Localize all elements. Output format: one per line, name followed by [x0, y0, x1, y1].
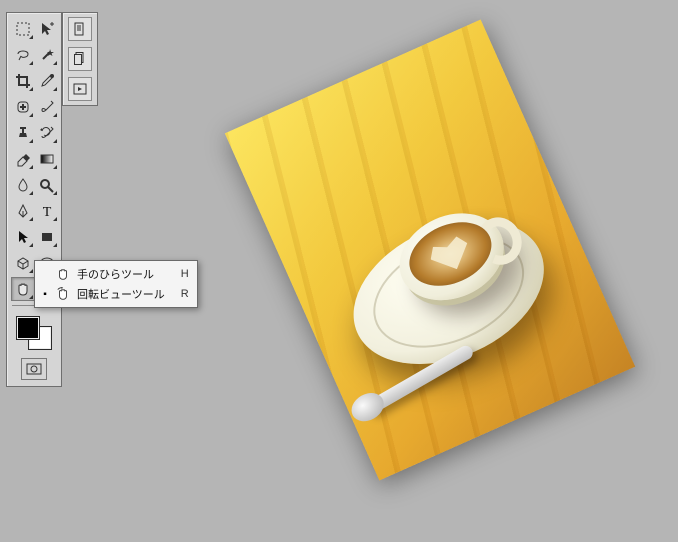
- play-icon[interactable]: [68, 77, 92, 101]
- svg-text:T: T: [43, 205, 52, 219]
- submenu-mark: [29, 243, 33, 247]
- magic-wand-icon[interactable]: [35, 43, 59, 67]
- submenu-mark: [29, 87, 33, 91]
- eraser-icon[interactable]: [11, 147, 35, 171]
- submenu-mark: [29, 61, 33, 65]
- submenu-mark: [29, 217, 33, 221]
- submenu-mark: [53, 87, 57, 91]
- mini-panel: [62, 12, 98, 106]
- healing-brush-icon[interactable]: [11, 95, 35, 119]
- rectangle-shape-icon[interactable]: [35, 225, 59, 249]
- history-brush-icon[interactable]: [35, 121, 59, 145]
- submenu-mark: [29, 139, 33, 143]
- pen-icon[interactable]: [11, 199, 35, 223]
- submenu-mark: [29, 295, 33, 299]
- move-icon[interactable]: [35, 17, 59, 41]
- flyout-item-hand[interactable]: 手のひらツール H: [35, 264, 197, 284]
- submenu-mark: [53, 61, 57, 65]
- brush-icon[interactable]: [35, 95, 59, 119]
- clone-stamp-icon[interactable]: [11, 121, 35, 145]
- color-swatches[interactable]: [16, 316, 52, 350]
- screen-mode-icon[interactable]: [21, 358, 47, 380]
- flyout-shortcut: H: [171, 268, 189, 280]
- latte-art-heart: [426, 234, 475, 278]
- submenu-mark: [29, 165, 33, 169]
- submenu-mark: [29, 269, 33, 273]
- flyout-shortcut: R: [171, 288, 189, 300]
- tools-panel: T: [6, 12, 62, 387]
- rectangular-marquee-icon[interactable]: [11, 17, 35, 41]
- current-mark: ▪: [41, 289, 49, 300]
- hand-icon[interactable]: [11, 277, 35, 301]
- submenu-mark: [53, 113, 57, 117]
- hand-tool-flyout: 手のひらツール H ▪ 回転ビューツール R: [34, 260, 198, 308]
- submenu-mark: [29, 35, 33, 39]
- hand-icon: [55, 266, 71, 282]
- documents-stack-icon[interactable]: [68, 47, 92, 71]
- crop-icon[interactable]: [11, 69, 35, 93]
- foreground-swatch[interactable]: [16, 316, 40, 340]
- submenu-mark: [53, 191, 57, 195]
- dodge-icon[interactable]: [35, 173, 59, 197]
- submenu-mark: [53, 165, 57, 169]
- submenu-mark: [53, 139, 57, 143]
- submenu-mark: [29, 113, 33, 117]
- type-icon[interactable]: T: [35, 199, 59, 223]
- path-selection-icon[interactable]: [11, 225, 35, 249]
- tools-grid: T: [11, 17, 57, 301]
- flyout-label: 手のひらツール: [77, 266, 165, 282]
- submenu-mark: [53, 217, 57, 221]
- blur-icon[interactable]: [11, 173, 35, 197]
- lasso-icon[interactable]: [11, 43, 35, 67]
- document-canvas[interactable]: [225, 19, 635, 480]
- flyout-item-rotate-view[interactable]: ▪ 回転ビューツール R: [35, 284, 197, 304]
- gradient-icon[interactable]: [35, 147, 59, 171]
- flyout-label: 回転ビューツール: [77, 286, 165, 302]
- document-icon[interactable]: [68, 17, 92, 41]
- threeD-icon[interactable]: [11, 251, 35, 275]
- submenu-mark: [53, 243, 57, 247]
- eyedropper-icon[interactable]: [35, 69, 59, 93]
- submenu-mark: [29, 191, 33, 195]
- rotate-view-icon: [55, 286, 71, 302]
